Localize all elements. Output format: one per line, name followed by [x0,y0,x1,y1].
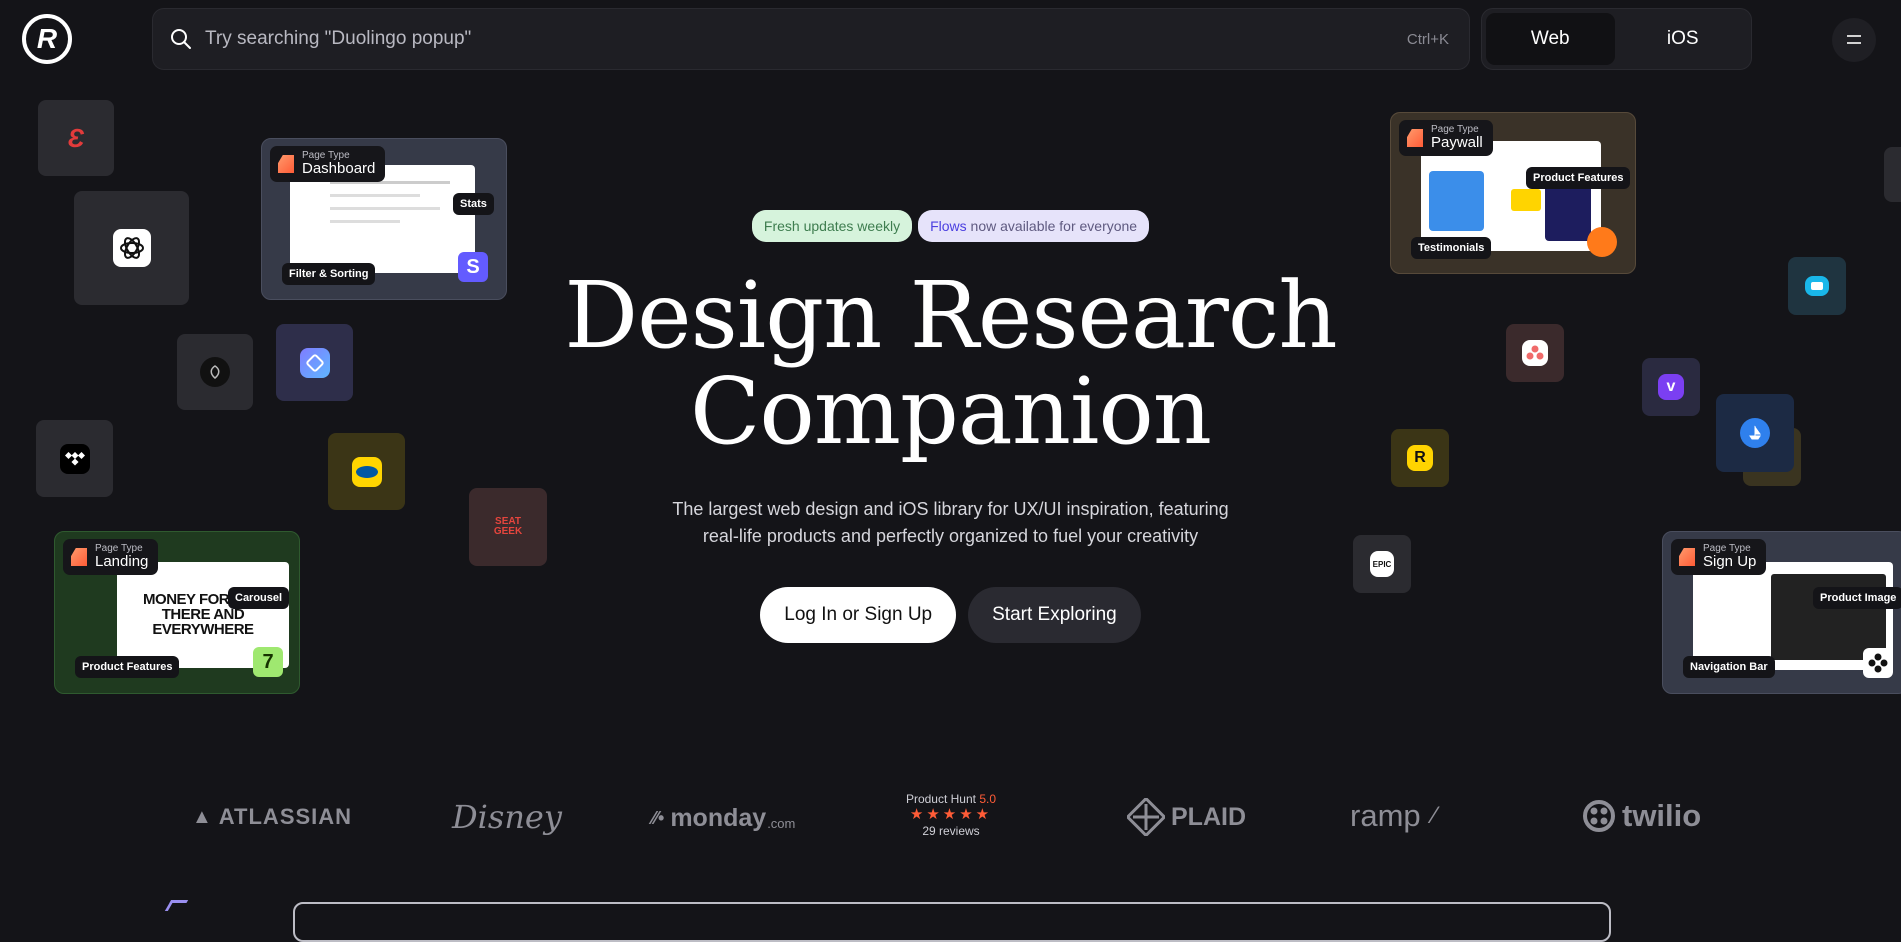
pill-flows[interactable]: Flows now available for everyone [918,210,1150,242]
twilio-icon [1583,800,1615,832]
hero-title-line-1: Design Research [564,262,1337,369]
page-type-badge: Page Type Dashboard [270,146,386,182]
search-icon [169,27,193,51]
brand-twilio-text: twilio [1622,798,1702,833]
brand-plaid-text: PLAID [1171,802,1246,831]
app-tile-partial[interactable] [1884,147,1901,202]
page-type-icon [1679,548,1695,566]
login-signup-button[interactable]: Log In or Sign Up [760,587,957,643]
hero-title: Design Research Companion [0,268,1901,460]
tag-product-features: Product Features [1526,167,1631,189]
page-type-icon [278,155,294,173]
cta-row: Log In or Sign Up Start Exploring [0,587,1901,643]
brand-atlassian-text: ATLASSIAN [218,804,353,829]
brand-atlassian: ▲ ATLASSIAN [192,804,352,830]
brand-disney: Disney [452,798,562,836]
pill-flows-highlight: Flows [930,218,967,234]
badge-title: Landing [95,553,149,570]
page-type-icon [71,548,87,566]
brand-monday-suffix: .com [767,816,796,831]
brand-monday: ⁄⁄• monday .com [652,804,795,833]
hero-title-line-2: Companion [689,358,1212,465]
producthunt-label: Product Hunt [905,792,976,806]
producthunt-score: 5.0 [979,792,997,806]
brand-monday-text: monday [670,804,767,832]
badge-title: Sign Up [1703,553,1757,570]
site-logo[interactable]: R [22,14,72,64]
announcement-pills: Fresh updates weekly Flows now available… [0,210,1901,242]
pill-flows-text: now available for everyone [966,218,1138,234]
platform-switcher: Web iOS [1481,8,1752,70]
brand-dots-icon [1863,648,1893,678]
star-rating-icon: ★★★★★ [909,806,993,823]
badge-title: Dashboard [302,160,376,177]
app-tile-expensify[interactable]: Ɛ [38,100,114,176]
hero-subtitle-line-2: real-life products and perfectly organiz… [702,526,1199,546]
hero-subtitle: The largest web design and iOS library f… [0,496,1901,550]
hamburger-icon [1847,35,1861,44]
page-type-icon [1407,129,1423,147]
page-type-badge: Page Type Paywall [1399,120,1493,156]
search-shortcut-hint: Ctrl+K [1406,30,1449,48]
monday-icon: ⁄⁄• [652,808,665,828]
preview-frame-top-edge [293,902,1611,942]
tag-product-features: Product Features [75,656,180,678]
brand-ramp: ramp ⁄ [1350,798,1437,834]
menu-button[interactable] [1832,18,1876,62]
producthunt-reviews: 29 reviews [922,824,980,838]
pill-fresh-updates[interactable]: Fresh updates weekly [751,210,913,242]
tab-web[interactable]: Web [1486,13,1615,65]
ramp-icon: ⁄ [1432,802,1437,829]
brand-plaid: PLAID [1127,798,1246,836]
logo-letter: R [36,23,58,54]
producthunt-rating: Product Hunt 5.0 ★★★★★ 29 reviews [905,792,997,838]
brand-ramp-text: ramp [1350,798,1421,833]
tab-ios[interactable]: iOS [1619,13,1748,65]
search-input[interactable] [203,27,1407,51]
card-paywall[interactable]: Page Type Paywall Product Features Testim… [1390,112,1636,274]
wise-logo: 7 [253,647,283,677]
start-exploring-button[interactable]: Start Exploring [968,587,1141,643]
decorative-stroke [164,900,189,911]
plaid-icon [1127,798,1165,836]
hero-subtitle-line-1: The largest web design and iOS library f… [672,499,1229,519]
expensify-icon: Ɛ [67,122,85,153]
tag-navigation-bar: Navigation Bar [1683,656,1775,678]
search-bar[interactable]: Ctrl+K [152,8,1470,70]
badge-title: Paywall [1431,134,1483,151]
atlassian-icon: ▲ [192,805,213,828]
epic-games-icon: EPIC [1370,551,1394,577]
brand-twilio: twilio [1582,798,1701,834]
ikea-icon [351,456,382,487]
